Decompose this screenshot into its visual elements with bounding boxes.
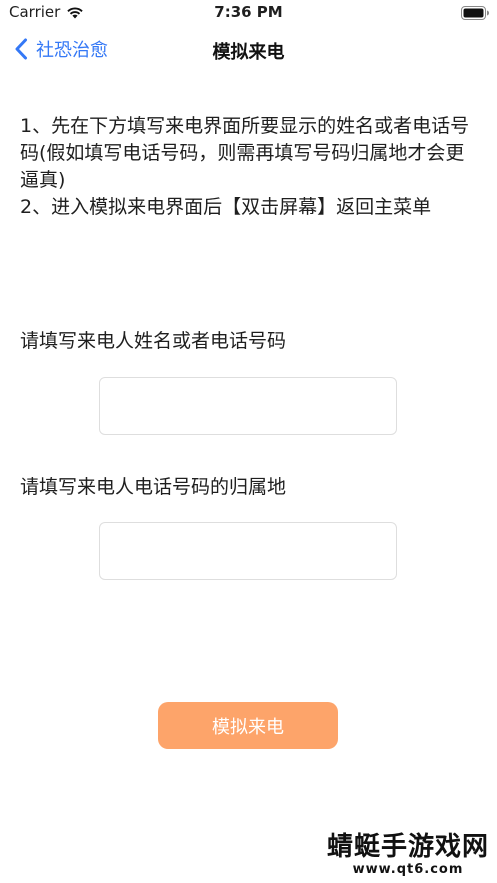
watermark-title: 蜻蜓手游戏网 bbox=[326, 832, 489, 862]
watermark-url: www.qt6.com bbox=[352, 862, 464, 877]
instruction-line-1: 1、先在下方填写来电界面所要显示的姓名或者电话号码(假如填写电话号码，则需再填写… bbox=[20, 115, 470, 191]
page-title: 模拟来电 bbox=[212, 42, 285, 63]
caller-location-label: 请填写来电人电话号码的归属地 bbox=[20, 476, 287, 498]
instructions: 1、先在下方填写来电界面所要显示的姓名或者电话号码(假如填写电话号码，则需再填写… bbox=[20, 113, 480, 221]
caller-location-input[interactable] bbox=[99, 522, 397, 580]
status-time: 7:36 PM bbox=[214, 3, 283, 21]
caller-name-label: 请填写来电人姓名或者电话号码 bbox=[20, 330, 287, 352]
instruction-line-2: 2、进入模拟来电界面后【双击屏幕】返回主菜单 bbox=[20, 196, 432, 218]
simulate-call-button[interactable]: 模拟来电 bbox=[158, 702, 338, 749]
watermark: 蜻蜓手游戏网 www.qt6.com bbox=[327, 832, 489, 877]
battery-icon bbox=[461, 5, 490, 20]
status-bar: Carrier 7:36 PM bbox=[0, 0, 497, 26]
caller-name-input[interactable] bbox=[99, 377, 397, 435]
navigation-bar: 社恐治愈 模拟来电 bbox=[0, 26, 497, 72]
